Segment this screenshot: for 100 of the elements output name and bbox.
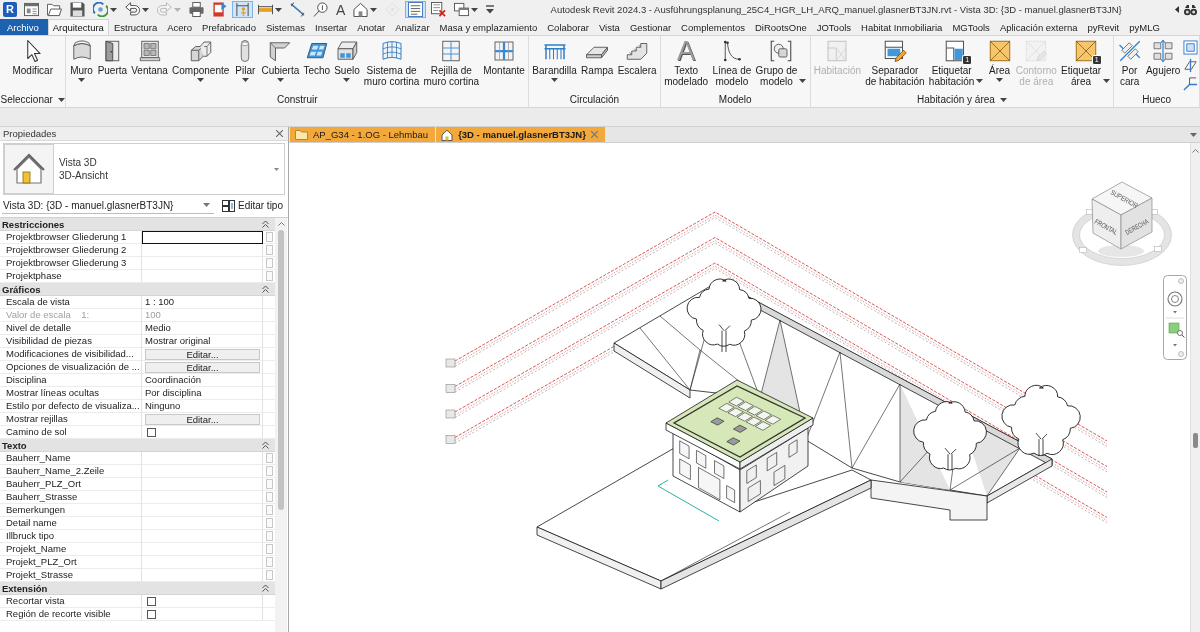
collapse-arrow-icon[interactable] — [1175, 6, 1179, 13]
steering-wheel-icon[interactable] — [1167, 291, 1183, 307]
ribbon-button[interactable]: Rampa — [579, 39, 616, 76]
ribbon-tab[interactable]: Sistemas — [260, 19, 310, 35]
ribbon-button[interactable]: Barandilla — [530, 39, 579, 82]
ribbon-tab[interactable]: Complementos — [676, 19, 750, 35]
vertical-opening-icon[interactable] — [1182, 58, 1198, 73]
view-tab[interactable]: AP_G34 - 1.OG - Lehmbau — [290, 127, 436, 142]
property-value[interactable]: Mostrar original — [142, 335, 263, 348]
ribbon-button[interactable]: Separador de habitación — [863, 39, 927, 87]
room-pencil-icon — [882, 39, 907, 63]
ribbon-tab[interactable]: MGTools — [947, 19, 995, 35]
ribbon-button[interactable]: Grupo de modelo — [753, 39, 809, 87]
close-icon[interactable] — [590, 131, 598, 138]
ribbon-button[interactable]: Montante — [481, 39, 527, 76]
scrollbar-thumb[interactable] — [278, 230, 284, 510]
panel-menu-button[interactable]: Seleccionar — [0, 94, 65, 105]
property-value[interactable]: Coordinación — [142, 374, 263, 387]
ribbon-tab[interactable]: Masa y emplazamiento — [434, 19, 543, 35]
navigation-bar[interactable] — [1163, 275, 1187, 360]
toolbar-button[interactable] — [232, 1, 253, 18]
ribbon-tab[interactable]: Gestionar — [624, 19, 677, 35]
file-tab[interactable]: Archivo — [0, 19, 48, 35]
ribbon-button[interactable]: Componente — [170, 39, 232, 82]
ribbon-button[interactable]: Modificar — [10, 39, 55, 76]
scrollbar-thumb[interactable] — [1193, 433, 1198, 448]
ribbon-tab[interactable]: Insertar — [310, 19, 353, 35]
caret-icon[interactable] — [1173, 344, 1177, 347]
ribbon-tab[interactable]: DiRootsOne — [750, 19, 812, 35]
ribbon-button[interactable]: Por cara — [1115, 39, 1144, 87]
checkbox[interactable] — [147, 427, 156, 437]
ribbon-button[interactable]: Suelo — [332, 39, 362, 82]
section-header[interactable]: Restricciones — [0, 218, 275, 231]
value-field[interactable] — [142, 231, 263, 244]
wall-opening-icon[interactable] — [1182, 40, 1198, 55]
close-icon[interactable] — [276, 130, 283, 137]
caret-icon — [202, 203, 210, 207]
property-value[interactable]: 1 : 100 — [142, 296, 263, 309]
ribbon-button[interactable]: Techo — [301, 39, 333, 76]
toolbar-button[interactable] — [122, 1, 152, 18]
circle-icon[interactable] — [1178, 278, 1184, 284]
ribbon-tab[interactable]: Aplicación externa — [994, 19, 1083, 35]
ribbon-button[interactable]: Área — [985, 39, 1014, 82]
toolbar-button[interactable] — [186, 1, 207, 18]
toolbar-button[interactable] — [44, 1, 65, 18]
toolbar-button[interactable]: A — [333, 1, 349, 18]
ribbon-tab[interactable]: Analizar — [390, 19, 435, 35]
app-menu-button[interactable]: R — [3, 2, 17, 17]
ribbon-tab[interactable]: JOTools — [811, 19, 857, 35]
ribbon-tab[interactable]: Arquitectura — [47, 19, 109, 35]
dormer-icon[interactable] — [1182, 76, 1198, 91]
ribbon-button[interactable]: Línea de modelo — [710, 39, 754, 87]
ribbon-tab[interactable]: Anotar — [352, 19, 391, 35]
type-selector[interactable]: Vista 3D 3D-Ansicht — [3, 143, 285, 195]
binoculars-icon[interactable] — [1184, 3, 1197, 16]
caret-icon[interactable] — [1173, 311, 1177, 314]
section-header[interactable]: Extensión — [0, 582, 275, 595]
property-value[interactable]: Medio — [142, 322, 263, 335]
ribbon-button[interactable]: Agujero — [1143, 39, 1183, 76]
toolbar-button[interactable] — [67, 1, 88, 18]
checkbox[interactable] — [147, 609, 156, 619]
caret-icon — [996, 78, 1004, 82]
toolbar-button[interactable] — [405, 1, 427, 18]
checkbox[interactable] — [147, 596, 156, 606]
ribbon-tab[interactable]: Estructura — [108, 19, 163, 35]
section-header[interactable]: Texto — [0, 439, 275, 452]
ribbon-button[interactable]: Muro — [67, 39, 96, 82]
ribbon-button[interactable]: Escalera — [615, 39, 659, 76]
zoom-icon[interactable] — [1168, 322, 1185, 338]
view-tab[interactable]: {3D - manuel.glasnerBT3JN} — [436, 127, 605, 142]
ribbon-tab[interactable]: Colaborar — [542, 19, 594, 35]
property-value[interactable]: Por disciplina — [142, 387, 263, 400]
ribbon-tab[interactable]: Habitat Inmobiliaria — [856, 19, 948, 35]
ribbon-button[interactable]: Cubierta — [259, 39, 302, 82]
ribbon-button[interactable]: Puerta — [95, 39, 130, 76]
property-value[interactable]: Ninguno — [142, 400, 263, 413]
ribbon-button[interactable]: A Texto modelado — [662, 39, 711, 87]
caret-icon[interactable] — [1190, 132, 1197, 137]
viewcube[interactable] — [1072, 181, 1172, 266]
ribbon-tab[interactable]: pyRevit — [1082, 19, 1125, 35]
scrollbar[interactable] — [1190, 143, 1200, 632]
ribbon-button[interactable]: Sistema de muro cortina — [361, 39, 422, 87]
toolbar-button[interactable] — [90, 1, 120, 18]
ribbon-tab[interactable]: pyMLG — [1124, 19, 1165, 35]
edit-button[interactable]: Editar... — [145, 413, 260, 425]
edit-button[interactable]: Editar... — [145, 361, 260, 373]
edit-button[interactable]: Editar... — [145, 348, 260, 360]
toolbar-button[interactable] — [21, 1, 42, 18]
instance-dropdown[interactable]: Vista 3D: {3D - manuel.glasnerBT3JN} — [2, 197, 214, 214]
section-header[interactable]: Gráficos — [0, 283, 275, 296]
ribbon-button[interactable]: Pilar — [231, 39, 260, 82]
ribbon-tab[interactable]: Acero — [162, 19, 198, 35]
edit-type-button[interactable]: Editar tipo — [219, 197, 285, 214]
panel-menu-button[interactable]: Habitación y área — [917, 94, 1007, 105]
ribbon-tab[interactable]: Vista — [593, 19, 625, 35]
scrollbar[interactable] — [275, 218, 287, 632]
ribbon-tab[interactable]: Prefabricado — [197, 19, 261, 35]
ribbon-button[interactable]: Ventana — [129, 39, 170, 76]
ribbon-button[interactable]: Rejilla de muro cortina — [421, 39, 482, 87]
circle-icon[interactable] — [1178, 351, 1184, 357]
